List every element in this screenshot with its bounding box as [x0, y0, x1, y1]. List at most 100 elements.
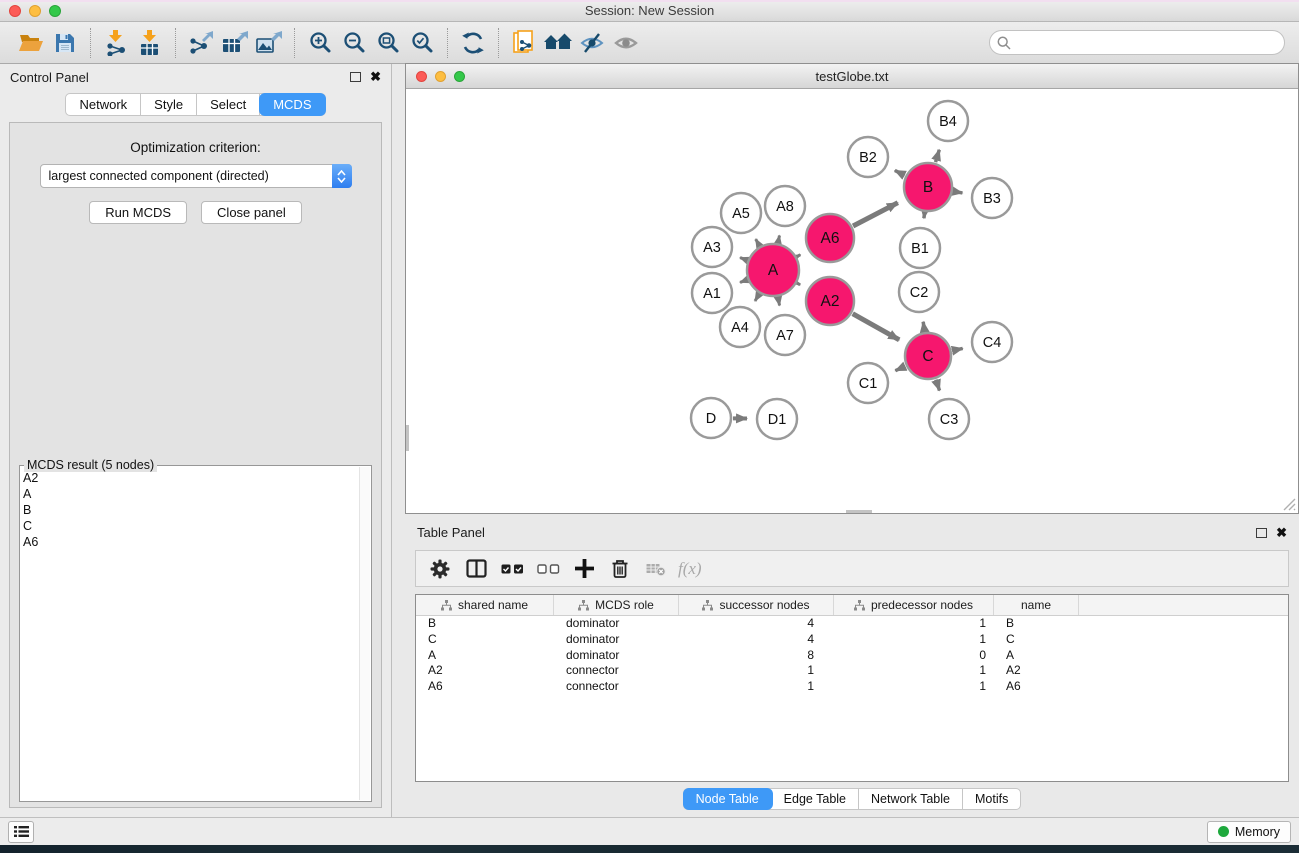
graph-node-C3[interactable]: [929, 399, 969, 439]
table-cell[interactable]: 1: [834, 632, 994, 648]
import-network-icon[interactable]: [99, 27, 133, 59]
close-panel-button[interactable]: Close panel: [201, 201, 302, 224]
graph-node-A8[interactable]: [765, 186, 805, 226]
table-row[interactable]: Cdominator41C: [416, 632, 1288, 648]
deselect-all-icon[interactable]: [532, 554, 564, 584]
graph-node-A1[interactable]: [692, 273, 732, 313]
float-panel-icon[interactable]: [350, 72, 361, 82]
column-header-MCDS-role[interactable]: MCDS role: [554, 595, 679, 615]
column-header-predecessor-nodes[interactable]: predecessor nodes: [834, 595, 994, 615]
tab-node-table[interactable]: Node Table: [684, 789, 772, 809]
graph-edge-A-A5[interactable]: [756, 239, 760, 245]
tab-edge-table[interactable]: Edge Table: [772, 789, 859, 809]
graph-node-A5[interactable]: [721, 193, 761, 233]
graph-edge-A-A4[interactable]: [755, 294, 759, 301]
export-network-icon[interactable]: [184, 27, 218, 59]
graph-node-B2[interactable]: [848, 137, 888, 177]
table-cell[interactable]: A6: [416, 679, 554, 695]
graph-node-B[interactable]: [904, 163, 952, 211]
graph-node-A6[interactable]: [806, 214, 854, 262]
select-all-icon[interactable]: [496, 554, 528, 584]
home-icon[interactable]: [541, 27, 575, 59]
table-cell[interactable]: B: [994, 616, 1079, 632]
mcds-result-item[interactable]: A: [23, 486, 358, 502]
table-cell[interactable]: 4: [679, 632, 834, 648]
table-cell[interactable]: 1: [679, 679, 834, 695]
table-row[interactable]: Bdominator41B: [416, 616, 1288, 632]
column-header-successor-nodes[interactable]: successor nodes: [679, 595, 834, 615]
table-cell[interactable]: B: [416, 616, 554, 632]
graph-edge-A6-B[interactable]: [853, 203, 898, 226]
horizontal-scroll-indicator[interactable]: [846, 510, 872, 513]
zoom-in-icon[interactable]: [303, 27, 337, 59]
tab-select[interactable]: Select: [197, 94, 260, 115]
save-session-icon[interactable]: [48, 27, 82, 59]
table-cell[interactable]: A6: [994, 679, 1079, 695]
function-builder-icon[interactable]: f(x): [676, 559, 702, 579]
graph-node-C2[interactable]: [899, 272, 939, 312]
mcds-result-item[interactable]: A6: [23, 534, 358, 550]
export-image-icon[interactable]: [252, 27, 286, 59]
graph-node-D1[interactable]: [757, 399, 797, 439]
graph-node-A7[interactable]: [765, 315, 805, 355]
graph-node-B1[interactable]: [900, 228, 940, 268]
graph-edge-A-A8[interactable]: [778, 235, 779, 242]
vertical-scroll-indicator[interactable]: [406, 425, 409, 451]
graph-edge-C-C1[interactable]: [895, 366, 905, 370]
graph-edge-A2-C[interactable]: [853, 314, 900, 340]
table-cell[interactable]: 4: [679, 616, 834, 632]
column-header-shared-name[interactable]: shared name: [416, 595, 554, 615]
graph-edge-B-B3[interactable]: [954, 191, 963, 193]
table-cell[interactable]: 8: [679, 648, 834, 664]
graph-node-C4[interactable]: [972, 322, 1012, 362]
tab-network[interactable]: Network: [66, 94, 141, 115]
refresh-icon[interactable]: [456, 27, 490, 59]
graph-node-A3[interactable]: [692, 227, 732, 267]
hide-network-icon[interactable]: [575, 27, 609, 59]
graph-edge-A-A6[interactable]: [797, 255, 800, 257]
table-cell[interactable]: A: [994, 648, 1079, 664]
graph-edge-A-A3[interactable]: [740, 258, 747, 261]
delete-table-icon[interactable]: [640, 554, 672, 584]
table-row[interactable]: Adominator80A: [416, 648, 1288, 664]
table-cell[interactable]: C: [994, 632, 1079, 648]
graph-edge-A-A7[interactable]: [778, 298, 779, 306]
open-session-icon[interactable]: [14, 27, 48, 59]
table-cell[interactable]: 1: [834, 679, 994, 695]
settings-gear-icon[interactable]: [424, 554, 456, 584]
search-input[interactable]: [1011, 36, 1284, 50]
tab-network-table[interactable]: Network Table: [859, 789, 963, 809]
graph-node-C1[interactable]: [848, 363, 888, 403]
mcds-result-list[interactable]: A2ABCA6: [23, 470, 358, 800]
tab-style[interactable]: Style: [141, 94, 197, 115]
graph-edge-A-A2[interactable]: [798, 283, 801, 284]
tab-motifs[interactable]: Motifs: [963, 789, 1020, 809]
mcds-result-item[interactable]: A2: [23, 470, 358, 486]
table-row[interactable]: A2connector11A2: [416, 663, 1288, 679]
graph-edge-B-B2[interactable]: [895, 170, 905, 175]
table-cell[interactable]: dominator: [554, 648, 679, 664]
table-cell[interactable]: dominator: [554, 632, 679, 648]
table-cell[interactable]: A2: [994, 663, 1079, 679]
table-cell[interactable]: 1: [679, 663, 834, 679]
graph-edge-A-A1[interactable]: [740, 280, 747, 283]
zoom-selected-icon[interactable]: [405, 27, 439, 59]
table-cell[interactable]: A: [416, 648, 554, 664]
graph-edge-C-C4[interactable]: [952, 348, 962, 350]
table-cell[interactable]: A2: [416, 663, 554, 679]
close-panel-icon[interactable]: ✖: [370, 72, 381, 82]
memory-button[interactable]: Memory: [1207, 821, 1291, 843]
toggle-panes-icon[interactable]: [460, 554, 492, 584]
graph-edge-B-B4[interactable]: [936, 150, 940, 162]
resize-grip-icon[interactable]: [1283, 498, 1296, 511]
result-scrollbar[interactable]: [359, 467, 370, 800]
graph-node-A4[interactable]: [720, 307, 760, 347]
add-column-icon[interactable]: [568, 554, 600, 584]
graph-node-A2[interactable]: [806, 277, 854, 325]
table-row[interactable]: A6connector11A6: [416, 679, 1288, 695]
graph-edge-B-B1[interactable]: [924, 213, 925, 218]
tab-mcds[interactable]: MCDS: [260, 94, 324, 115]
graph-node-A[interactable]: [747, 244, 799, 296]
table-cell[interactable]: 0: [834, 648, 994, 664]
table-cell[interactable]: C: [416, 632, 554, 648]
